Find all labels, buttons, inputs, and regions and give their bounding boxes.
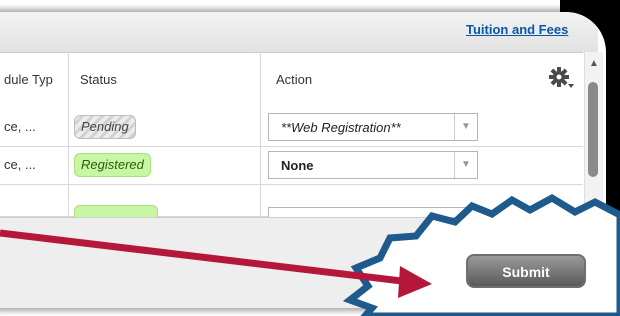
arrow-annotation xyxy=(0,229,411,286)
submit-button[interactable]: Submit xyxy=(466,254,586,288)
